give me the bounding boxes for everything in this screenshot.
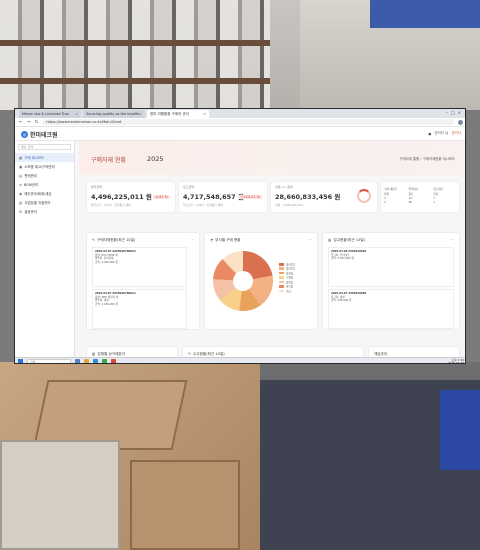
taskbar: 검색 오후 7:30 2025-04-08 (15, 357, 465, 363)
task-view-icon[interactable] (75, 359, 80, 363)
orders-panel: ✎ 구매자재현황(최근 10일) ⋯ 2025.04.07 20250407000… (87, 233, 199, 329)
user-role: 관리자 (451, 131, 461, 135)
more-icon[interactable]: ⋯ (190, 237, 194, 242)
browser-tab-3[interactable]: × 한미 여행통합 구매자 관리 (147, 110, 209, 118)
logo-icon: ◎ (21, 131, 28, 138)
page-header: 구매자재 현황 2025 구매자재 통합 › 구매자재현황 대시보드 (79, 141, 463, 175)
stat-card-receipt: 입고금액 4,717,548,657 원 +104.51 % 입고건수 · 12… (179, 182, 267, 212)
browser-tabbar: × Mimer law & Licensed Tran × Sourcing qua… (15, 109, 465, 118)
change-badge: +104.51 % (238, 195, 262, 199)
app-header: ◎ 한미테크원 ● 관리자 님 관리자 (15, 127, 465, 141)
chart-legend: 생산1팀 생산2팀 품질팀 구매팀 영업팀 관리팀 기타 (279, 263, 295, 294)
receipt-icon: ▤ (328, 238, 332, 242)
order-icon: ✎ (92, 238, 96, 242)
sidebar-item-stock[interactable]: ▣ 소모품 재고/구매관리 (15, 162, 74, 171)
taskbar-clock[interactable]: 오후 7:30 2025-04-08 (448, 358, 464, 363)
taskbar-search[interactable]: 검색 (27, 359, 71, 363)
user-name: 관리자 님 (434, 131, 449, 135)
breadcrumb: 구매자재 통합 › 구매자재현황 대시보드 (399, 157, 455, 161)
app-logo[interactable]: ◎ 한미테크원 (21, 130, 58, 139)
gear-icon: ⚙ (19, 209, 23, 214)
window-controls[interactable]: –□× (446, 110, 464, 115)
browser-icon[interactable] (93, 359, 98, 363)
year-selector[interactable]: 2025 (147, 155, 164, 163)
windows-start-icon[interactable] (18, 359, 23, 363)
dashboard-icon: ▦ (19, 155, 23, 160)
close-icon[interactable]: × (75, 110, 78, 118)
box-icon: ▣ (19, 164, 23, 169)
menu-search-input[interactable]: 메뉴 검색 (18, 144, 71, 150)
page-title: 구매자재 현황 (91, 157, 127, 164)
app-icon[interactable] (102, 359, 107, 363)
app-window: ◎ 한미테크원 ● 관리자 님 관리자 메뉴 검색 ▦ 구매 대시보드 ▣ 소모품 … (15, 127, 465, 361)
browser-tab-2[interactable]: × Sourcing quality as the blueflo (83, 110, 145, 118)
stat-card-order: 발주금액 4,496,225,011 원 -4.41 % 발주건수 · 132건… (87, 182, 175, 212)
receipts-panel: ▤ 입고현황(최근 10일) ⋯ 2025.04.08 2504018001 입고… (323, 233, 459, 329)
more-icon[interactable]: ⋯ (450, 237, 454, 242)
gauge-chart (357, 189, 371, 203)
sidebar: 메뉴 검색 ▦ 구매 대시보드 ▣ 소모품 재고/구매관리 ▤ 판매관리 ≡ BOM관리… (15, 141, 75, 357)
back-icon[interactable]: ← (19, 120, 23, 125)
department-panel: ◔ 부서별 구매 현황 ⋯ 생산1팀 생산2팀 품질팀 구매팀 영업팀 관리팀 기… (205, 233, 317, 329)
coin-icon: ◉ (19, 191, 23, 196)
list-item[interactable]: 2025.04.07 2025040700023 품명: PVC HOSE 외 … (92, 247, 187, 287)
user-icon: ● (428, 131, 432, 136)
building-icon: ▥ (19, 200, 23, 205)
list-item[interactable]: 2025.04.08 2504018001 입고처: 한미테크 금액: 3,20… (328, 247, 454, 287)
reload-icon[interactable]: ↻ (35, 120, 39, 125)
url-field[interactable]: https://www.hanmimenan.co.kr/Main/Chart (42, 119, 454, 125)
cart-icon: ▤ (19, 173, 23, 178)
stat-card-pending: 미결 no. 총액 28,660,833,456 원 미결 · 4,496,22… (271, 182, 377, 212)
address-bar: ← → ↻ https://www.hanmimenan.co.kr/Main/… (15, 118, 465, 127)
change-badge: -4.41 % (152, 195, 170, 199)
browser-tab-1[interactable]: × Mimer law & Licensed Tran (19, 110, 81, 118)
sidebar-item-sales[interactable]: ▤ 판매관리 (15, 171, 74, 180)
sidebar-item-bom[interactable]: ≡ BOM관리 (15, 180, 74, 189)
more-icon[interactable]: ⋯ (308, 237, 312, 242)
sidebar-item-dashboard[interactable]: ▦ 구매 대시보드 (15, 153, 74, 162)
close-icon[interactable]: × (203, 110, 206, 118)
main-content: 구매자재 현황 2025 구매자재 통합 › 구매자재현황 대시보드 발주금액 … (79, 141, 463, 361)
chart-icon: ◔ (210, 238, 214, 242)
list-item[interactable]: 2025.04.07 2504018002 입고처: 대성 금액: 235,00… (328, 289, 454, 329)
department-donut-chart (213, 251, 273, 311)
folder-icon[interactable] (84, 359, 89, 363)
list-item[interactable]: 2025.04.07 2025040700021 품명: SMC 실린더 외 발… (92, 289, 187, 329)
sidebar-item-branch[interactable]: ▥ 사업장별 지점관리 (15, 198, 74, 207)
close-icon[interactable]: × (139, 110, 142, 118)
app-icon[interactable] (111, 359, 116, 363)
sidebar-item-finance[interactable]: ◉ 재무관리/회계/세금 (15, 189, 74, 198)
forward-icon[interactable]: → (27, 120, 31, 125)
profile-icon[interactable] (458, 119, 463, 125)
sidebar-item-settings[interactable]: ⚙ 설정관리 (15, 207, 74, 216)
user-info[interactable]: ● 관리자 님 관리자 (428, 131, 461, 136)
summary-grid: 구매 대분류 발주대기 입고대기 미결 완료 반품 3 12 7 4 28 1 (384, 188, 443, 204)
list-icon: ≡ (19, 182, 23, 187)
stat-card-summary: 구매 대분류 발주대기 입고대기 미결 완료 반품 3 12 7 4 28 1 (381, 182, 459, 212)
monitor-screen: × Mimer law & Licensed Tran × Sourcing qua… (14, 108, 466, 364)
